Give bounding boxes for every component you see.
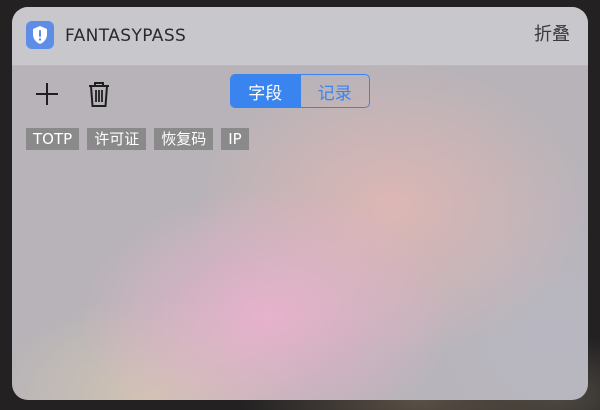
tag-license[interactable]: 许可证 bbox=[87, 128, 147, 150]
collapse-button[interactable]: 折叠 bbox=[534, 23, 570, 47]
view-segmented-control: 字段 记录 bbox=[230, 74, 370, 108]
app-title: FANTASYPASS bbox=[65, 26, 187, 46]
delete-button[interactable] bbox=[84, 79, 114, 109]
segment-records[interactable]: 记录 bbox=[299, 75, 370, 107]
field-tag-list: TOTP 许可证 恢复码 IP bbox=[26, 128, 249, 150]
add-button[interactable] bbox=[32, 79, 62, 109]
segment-fields[interactable]: 字段 bbox=[231, 75, 300, 107]
fantasypass-widget: FANTASYPASS 折叠 字段 记录 TOTP 许可证 恢复码 IP bbox=[12, 7, 588, 400]
trash-icon bbox=[89, 82, 109, 107]
tag-ip[interactable]: IP bbox=[221, 128, 249, 150]
tag-recovery-code[interactable]: 恢复码 bbox=[154, 128, 214, 150]
widget-header: FANTASYPASS 折叠 bbox=[12, 7, 588, 66]
plus-icon bbox=[36, 83, 58, 105]
tag-totp[interactable]: TOTP bbox=[26, 128, 80, 150]
shield-exclamation-icon bbox=[26, 21, 54, 49]
